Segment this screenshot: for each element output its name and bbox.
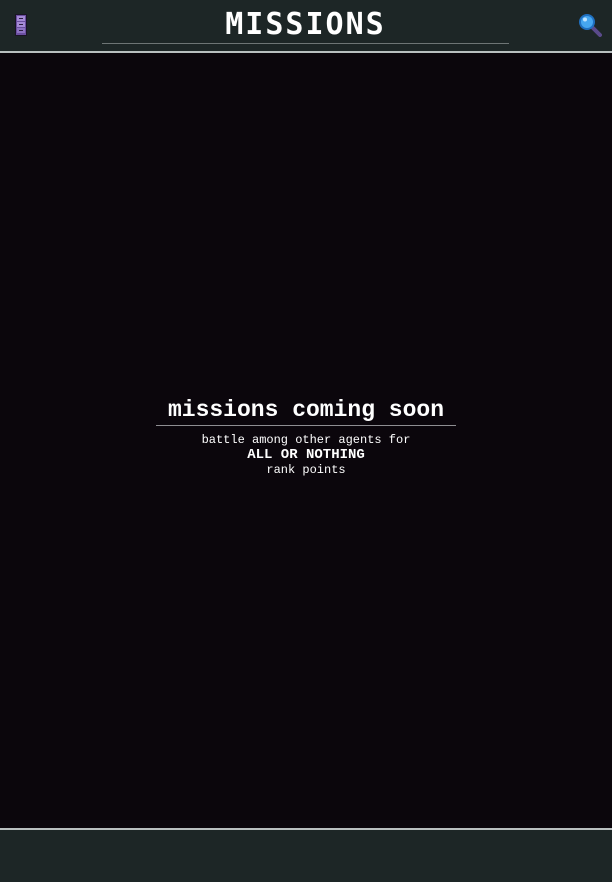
main-content: missions coming soon battle among other …: [0, 53, 612, 828]
message-line-battle: battle among other agents for: [201, 433, 411, 447]
bottom-bar: [0, 828, 612, 882]
search-button[interactable]: [578, 13, 602, 37]
page-title: MISSIONS: [102, 6, 509, 44]
search-icon: [579, 14, 602, 37]
menu-button[interactable]: [14, 14, 28, 36]
message-line-rank-points: rank points: [266, 463, 346, 477]
app-window: MISSIONS missions coming soon battle amo…: [0, 0, 612, 882]
coming-soon-headline: missions coming soon: [156, 396, 456, 426]
top-bar: MISSIONS: [0, 0, 612, 53]
coming-soon-message: missions coming soon battle among other …: [156, 396, 456, 477]
menu-icon: [15, 14, 27, 36]
message-line-stakes: ALL OR NOTHING: [247, 447, 365, 463]
